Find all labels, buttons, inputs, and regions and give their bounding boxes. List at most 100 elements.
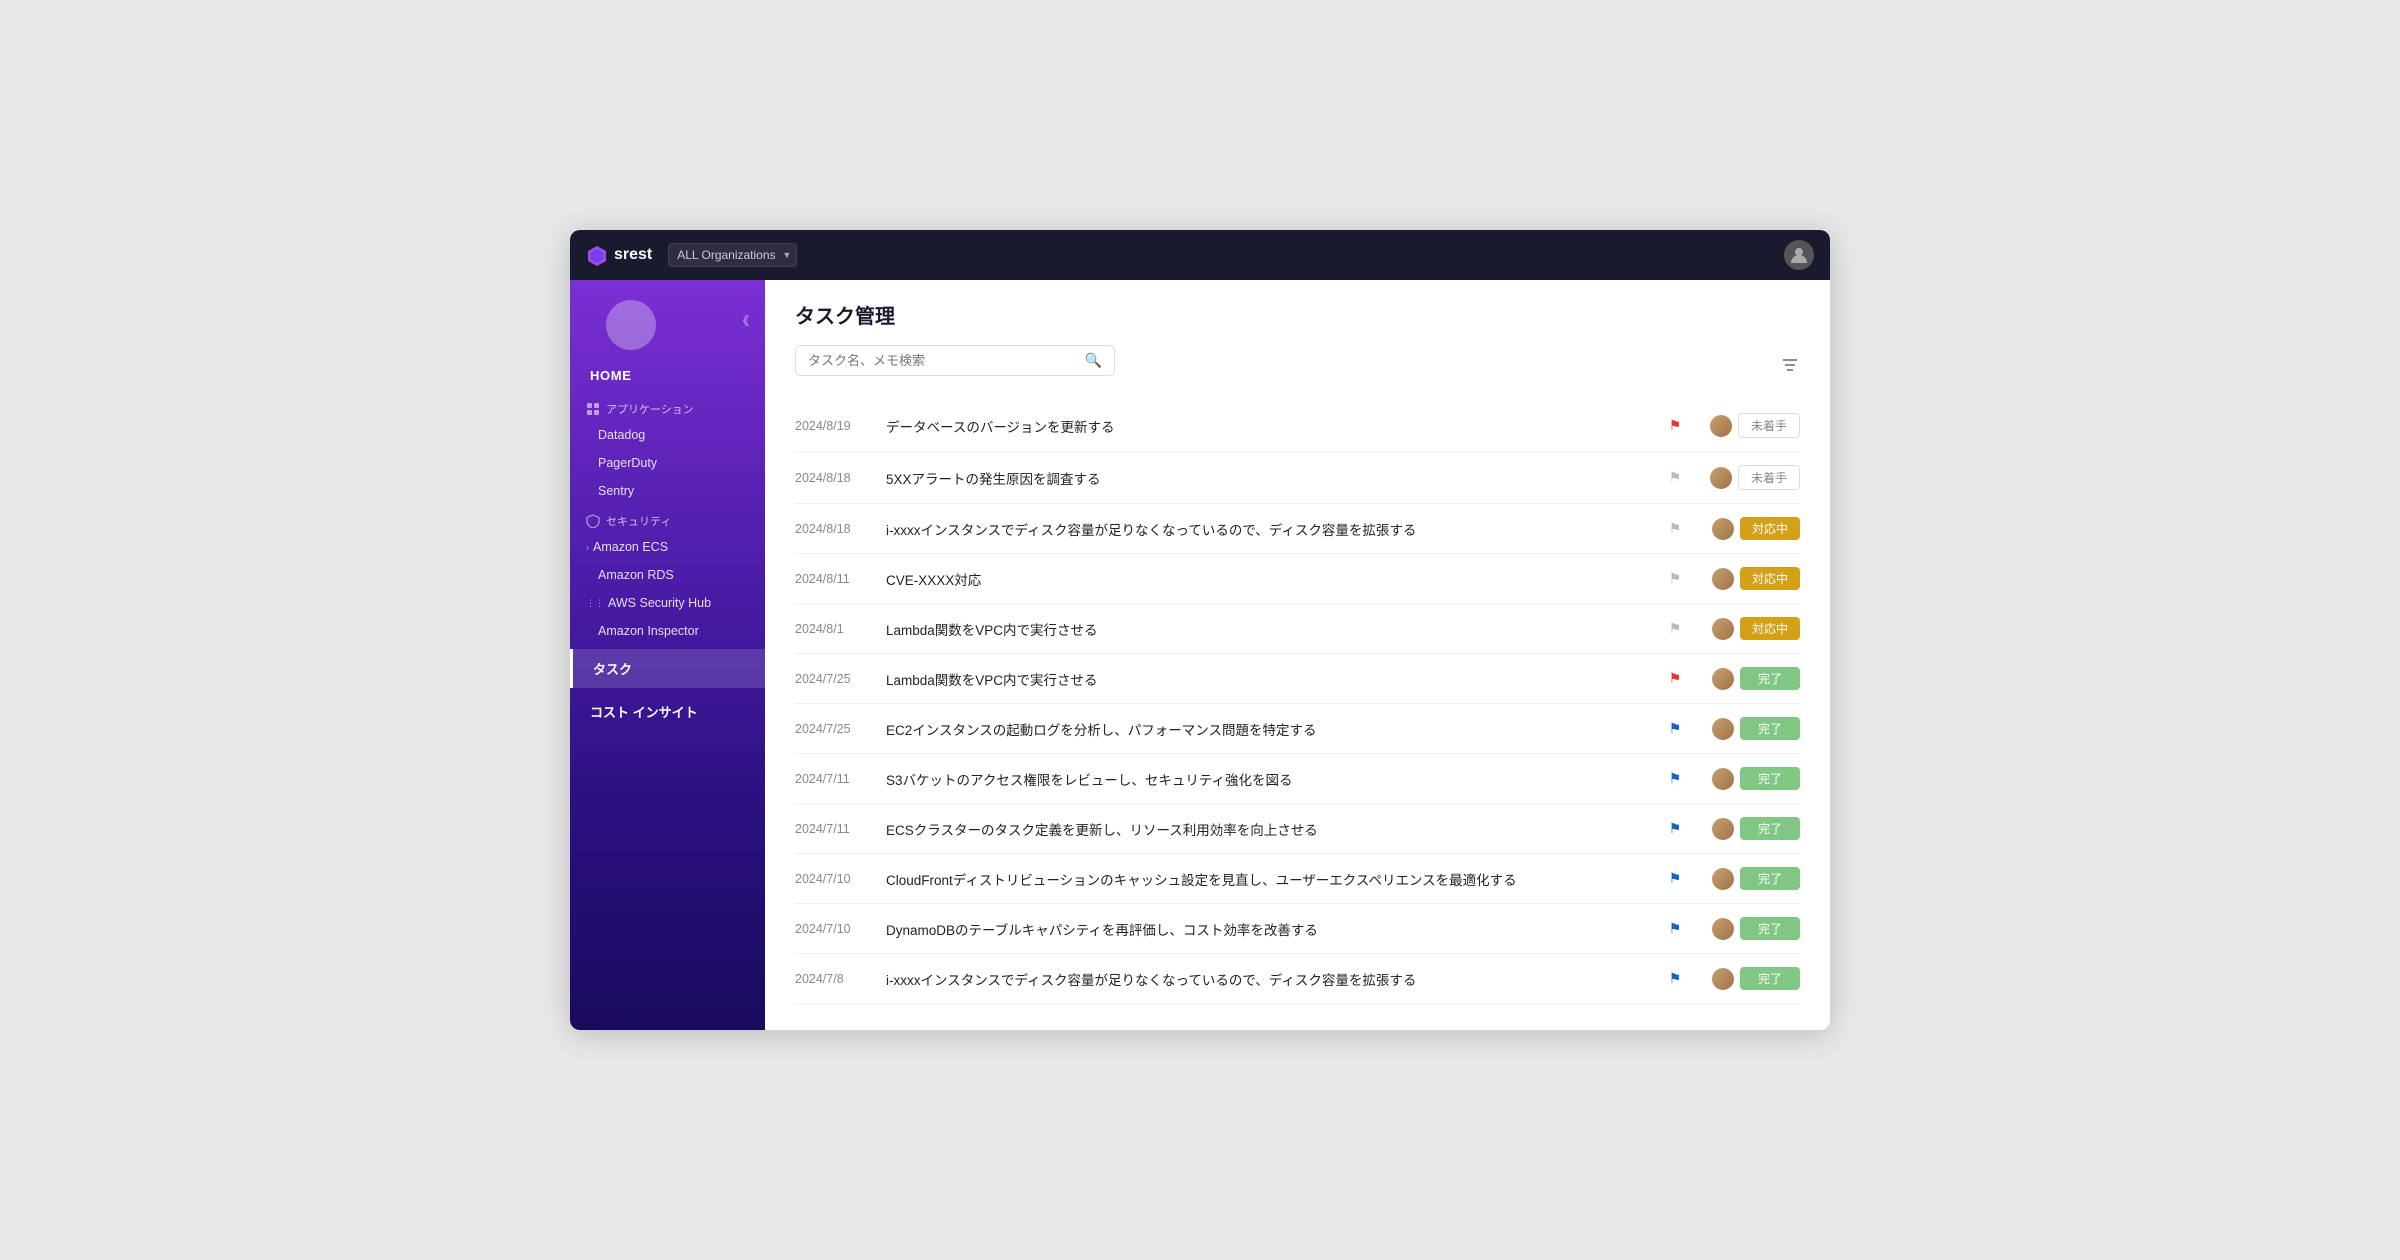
status-text: 完了 bbox=[1740, 767, 1800, 790]
hub-expand-arrow: ⋮⋮ bbox=[586, 598, 604, 609]
sidebar-task[interactable]: タスク bbox=[570, 649, 765, 688]
flag-icon[interactable]: ⚑ bbox=[1666, 520, 1684, 537]
task-date: 2024/7/8 bbox=[795, 972, 870, 986]
task-text: i-xxxxインスタンスでディスク容量が足りなくなっているので、ディスク容量を拡… bbox=[886, 969, 1650, 989]
avatar bbox=[1712, 618, 1734, 640]
sidebar-item-amazon-inspector[interactable]: Amazon Inspector bbox=[570, 617, 765, 645]
sidebar-item-amazon-rds[interactable]: Amazon RDS bbox=[570, 561, 765, 589]
task-text: ECSクラスターのタスク定義を更新し、リソース利用効率を向上させる bbox=[886, 819, 1650, 839]
sidebar-user-circle bbox=[606, 300, 656, 350]
search-icon: 🔍 bbox=[1085, 352, 1102, 369]
flag-icon[interactable]: ⚑ bbox=[1666, 570, 1684, 587]
task-row[interactable]: 2024/7/10 DynamoDBのテーブルキャパシティを再評価し、コスト効率… bbox=[795, 904, 1800, 954]
logo-icon bbox=[586, 244, 608, 266]
flag-icon[interactable]: ⚑ bbox=[1666, 970, 1684, 987]
sidebar-item-aws-security-hub[interactable]: ⋮⋮ AWS Security Hub bbox=[570, 589, 765, 617]
avatar bbox=[1710, 415, 1732, 437]
logo: srest bbox=[586, 244, 652, 266]
flag-icon[interactable]: ⚑ bbox=[1666, 720, 1684, 737]
sidebar-top-header: 《 bbox=[570, 280, 765, 354]
avatar bbox=[1712, 668, 1734, 690]
flag-icon[interactable]: ⚑ bbox=[1666, 417, 1684, 434]
task-row[interactable]: 2024/7/10 CloudFrontディストリビューションのキャッシュ設定を… bbox=[795, 854, 1800, 904]
task-date: 2024/8/19 bbox=[795, 419, 870, 433]
task-row[interactable]: 2024/7/11 ECSクラスターのタスク定義を更新し、リソース利用効率を向上… bbox=[795, 804, 1800, 854]
sidebar-item-sentry[interactable]: Sentry bbox=[570, 477, 765, 505]
task-text: データベースのバージョンを更新する bbox=[886, 416, 1650, 436]
status-badge: 完了 bbox=[1700, 917, 1800, 940]
status-badge: 完了 bbox=[1700, 717, 1800, 740]
status-badge: 完了 bbox=[1700, 867, 1800, 890]
task-text: 5XXアラートの発生原因を調査する bbox=[886, 468, 1650, 488]
task-row[interactable]: 2024/8/11 CVE-XXXX対応 ⚑ 対応中 bbox=[795, 554, 1800, 604]
status-badge: 完了 bbox=[1700, 667, 1800, 690]
task-date: 2024/8/1 bbox=[795, 622, 870, 636]
avatar bbox=[1712, 518, 1734, 540]
status-badge: 対応中 bbox=[1700, 567, 1800, 590]
task-row[interactable]: 2024/8/18 5XXアラートの発生原因を調査する ⚑ 未着手 bbox=[795, 452, 1800, 504]
status-text: 未着手 bbox=[1738, 413, 1800, 438]
task-row[interactable]: 2024/8/1 Lambda関数をVPC内で実行させる ⚑ 対応中 bbox=[795, 604, 1800, 654]
org-select[interactable]: ALL Organizations bbox=[668, 243, 797, 267]
status-text: 完了 bbox=[1740, 717, 1800, 740]
sidebar-home[interactable]: HOME bbox=[570, 354, 765, 393]
page-title: タスク管理 bbox=[795, 300, 1800, 329]
task-row[interactable]: 2024/7/8 i-xxxxインスタンスでディスク容量が足りなくなっているので… bbox=[795, 954, 1800, 1004]
flag-icon[interactable]: ⚑ bbox=[1666, 469, 1684, 486]
flag-icon[interactable]: ⚑ bbox=[1666, 870, 1684, 887]
task-date: 2024/8/11 bbox=[795, 572, 870, 586]
task-date: 2024/7/25 bbox=[795, 722, 870, 736]
task-date: 2024/7/10 bbox=[795, 872, 870, 886]
task-list: 2024/8/19 データベースのバージョンを更新する ⚑ 未着手 2024/8… bbox=[795, 400, 1800, 1004]
filter-button[interactable] bbox=[1780, 355, 1800, 380]
task-row[interactable]: 2024/8/19 データベースのバージョンを更新する ⚑ 未着手 bbox=[795, 400, 1800, 452]
user-avatar[interactable] bbox=[1784, 240, 1814, 270]
flag-icon[interactable]: ⚑ bbox=[1666, 670, 1684, 687]
status-badge: 完了 bbox=[1700, 767, 1800, 790]
sidebar-cost[interactable]: コスト インサイト bbox=[570, 692, 765, 731]
status-badge: 完了 bbox=[1700, 817, 1800, 840]
org-select-wrapper[interactable]: ALL Organizations bbox=[668, 243, 797, 267]
status-text: 対応中 bbox=[1740, 517, 1800, 540]
top-nav: srest ALL Organizations bbox=[570, 230, 1830, 280]
task-date: 2024/8/18 bbox=[795, 522, 870, 536]
task-row[interactable]: 2024/7/25 Lambda関数をVPC内で実行させる ⚑ 完了 bbox=[795, 654, 1800, 704]
flag-icon[interactable]: ⚑ bbox=[1666, 770, 1684, 787]
flag-icon[interactable]: ⚑ bbox=[1666, 620, 1684, 637]
sidebar-item-datadog[interactable]: Datadog bbox=[570, 421, 765, 449]
task-date: 2024/7/10 bbox=[795, 922, 870, 936]
logo-text: srest bbox=[614, 246, 652, 264]
task-row[interactable]: 2024/7/11 S3バケットのアクセス権限をレビューし、セキュリティ強化を図… bbox=[795, 754, 1800, 804]
task-row[interactable]: 2024/7/25 EC2インスタンスの起動ログを分析し、パフォーマンス問題を特… bbox=[795, 704, 1800, 754]
app-section-text: アプリケーション bbox=[606, 401, 694, 417]
flag-icon[interactable]: ⚑ bbox=[1666, 820, 1684, 837]
flag-icon[interactable]: ⚑ bbox=[1666, 920, 1684, 937]
task-text: i-xxxxインスタンスでディスク容量が足りなくなっているので、ディスク容量を拡… bbox=[886, 519, 1650, 539]
status-badge: 未着手 bbox=[1700, 413, 1800, 438]
collapse-button[interactable]: 《 bbox=[737, 312, 749, 329]
status-badge: 完了 bbox=[1700, 967, 1800, 990]
task-text: EC2インスタンスの起動ログを分析し、パフォーマンス問題を特定する bbox=[886, 719, 1650, 739]
status-text: 完了 bbox=[1740, 817, 1800, 840]
task-text: Lambda関数をVPC内で実行させる bbox=[886, 669, 1650, 689]
sidebar-item-pagerduty[interactable]: PagerDuty bbox=[570, 449, 765, 477]
avatar bbox=[1710, 467, 1732, 489]
status-badge: 対応中 bbox=[1700, 617, 1800, 640]
ecs-expand-arrow: › bbox=[586, 542, 589, 552]
status-text: 対応中 bbox=[1740, 567, 1800, 590]
search-input[interactable] bbox=[808, 353, 1077, 368]
status-text: 完了 bbox=[1740, 917, 1800, 940]
status-text: 完了 bbox=[1740, 867, 1800, 890]
status-text: 未着手 bbox=[1738, 465, 1800, 490]
search-bar: 🔍 bbox=[795, 345, 1115, 376]
status-text: 対応中 bbox=[1740, 617, 1800, 640]
task-text: CloudFrontディストリビューションのキャッシュ設定を見直し、ユーザーエク… bbox=[886, 869, 1650, 889]
security-section-label: セキュリティ bbox=[570, 505, 765, 533]
sidebar-item-amazon-ecs[interactable]: › Amazon ECS bbox=[570, 533, 765, 561]
status-badge: 未着手 bbox=[1700, 465, 1800, 490]
app-section-label: アプリケーション bbox=[570, 393, 765, 421]
task-text: Lambda関数をVPC内で実行させる bbox=[886, 619, 1650, 639]
search-top-row: 🔍 bbox=[795, 345, 1800, 390]
avatar bbox=[1712, 818, 1734, 840]
task-row[interactable]: 2024/8/18 i-xxxxインスタンスでディスク容量が足りなくなっているの… bbox=[795, 504, 1800, 554]
